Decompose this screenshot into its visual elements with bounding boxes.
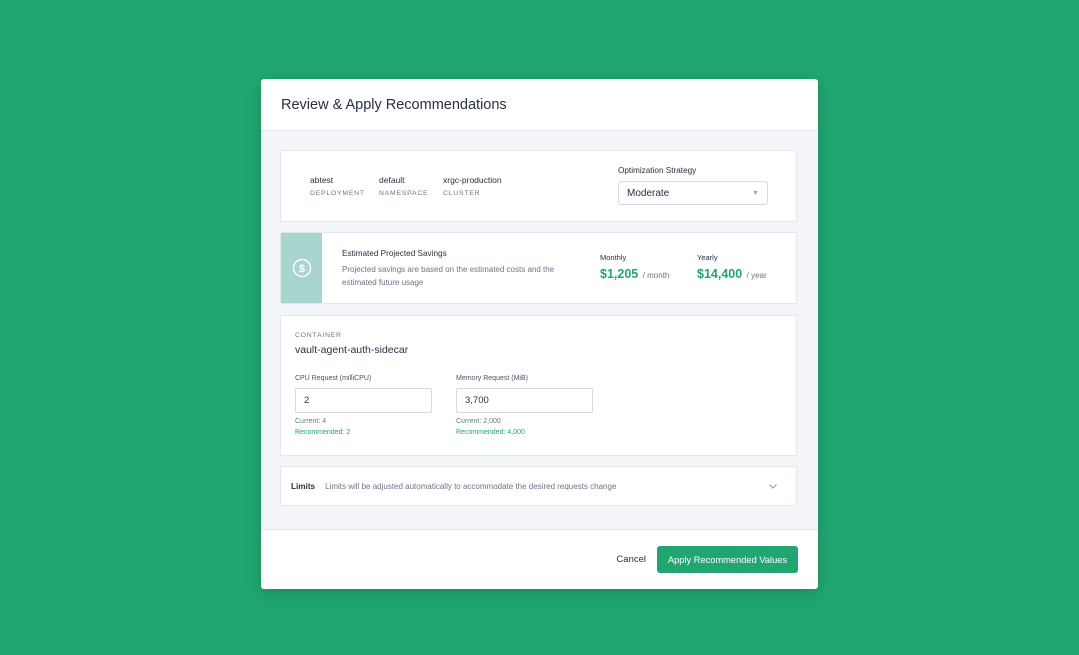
dollar-circle-icon: $ [292, 258, 311, 278]
apply-recommended-values-button[interactable]: Apply Recommended Values [657, 546, 798, 573]
svg-text:$: $ [298, 263, 304, 275]
memory-recommended: Recommended: 4,000 [456, 429, 525, 436]
namespace-key: NAMESPACE [379, 190, 429, 197]
optimization-strategy-select[interactable]: Moderate ▼ [618, 181, 768, 205]
cancel-button[interactable]: Cancel [616, 554, 646, 565]
memory-request-input[interactable]: 3,700 [456, 388, 593, 413]
yearly-label: Yearly [697, 253, 718, 262]
cpu-recommended: Recommended: 2 [295, 429, 351, 436]
memory-request-label: Memory Request (MiB) [456, 375, 528, 382]
deployment-key: DEPLOYMENT [310, 190, 365, 197]
cluster-key: CLUSTER [443, 190, 481, 197]
yearly-value: $14,400 [697, 267, 743, 281]
monthly-value: $1,205 [600, 267, 639, 281]
savings-description: Projected savings are based on the estim… [342, 265, 555, 287]
cpu-request-value: 2 [304, 395, 310, 406]
cluster-value: xrgc-production [443, 175, 502, 185]
namespace-value: default [379, 175, 405, 185]
cpu-request-input[interactable]: 2 [295, 388, 432, 413]
cluster-meta: xrgc-production CLUSTER [443, 175, 502, 197]
optimization-strategy-value: Moderate [627, 187, 670, 199]
cpu-request-label: CPU Request (milliCPU) [295, 375, 372, 382]
monthly-label: Monthly [600, 253, 627, 262]
chevron-down-icon: ▼ [752, 189, 759, 197]
review-recommendations-modal: Review & Apply Recommendations abtest DE… [261, 79, 818, 589]
limits-title: Limits [291, 481, 316, 491]
yearly-unit: / year [746, 271, 767, 280]
container-label: CONTAINER [295, 332, 342, 339]
cpu-request-field: CPU Request (milliCPU) 2 Current: 4 Reco… [295, 375, 432, 436]
monthly-savings: Monthly $1,205 / month [600, 253, 669, 283]
modal-header: Review & Apply Recommendations [261, 79, 818, 131]
chevron-down-icon[interactable] [768, 481, 778, 491]
container-name: vault-agent-auth-sidecar [295, 344, 409, 356]
savings-card: $ Estimated Projected Savings Projected … [280, 232, 797, 304]
savings-title: Estimated Projected Savings [342, 249, 447, 258]
modal-body: abtest DEPLOYMENT default NAMESPACE xrgc… [261, 131, 818, 530]
limits-accordion[interactable]: Limits Limits will be adjusted automatic… [280, 466, 797, 506]
monthly-unit: / month [642, 271, 670, 280]
optimization-strategy: Optimization Strategy Moderate ▼ [618, 166, 768, 205]
limits-description: Limits will be adjusted automatically to… [325, 481, 617, 491]
memory-request-field: Memory Request (MiB) 3,700 Current: 2,00… [456, 375, 593, 436]
memory-request-value: 3,700 [465, 395, 489, 406]
memory-current: Current: 2,000 [456, 418, 501, 425]
optimization-strategy-label: Optimization Strategy [618, 166, 697, 175]
modal-title: Review & Apply Recommendations [281, 96, 507, 113]
deployment-value: abtest [310, 175, 334, 185]
modal-footer: Cancel Apply Recommended Values [261, 530, 818, 589]
deployment-meta: abtest DEPLOYMENT [310, 175, 365, 197]
savings-icon-panel: $ [281, 233, 322, 303]
yearly-savings: Yearly $14,400 / year [697, 253, 767, 283]
workload-info-card: abtest DEPLOYMENT default NAMESPACE xrgc… [280, 150, 797, 222]
cpu-current: Current: 4 [295, 418, 327, 425]
container-card: CONTAINER vault-agent-auth-sidecar CPU R… [280, 315, 797, 456]
namespace-meta: default NAMESPACE [379, 175, 428, 197]
